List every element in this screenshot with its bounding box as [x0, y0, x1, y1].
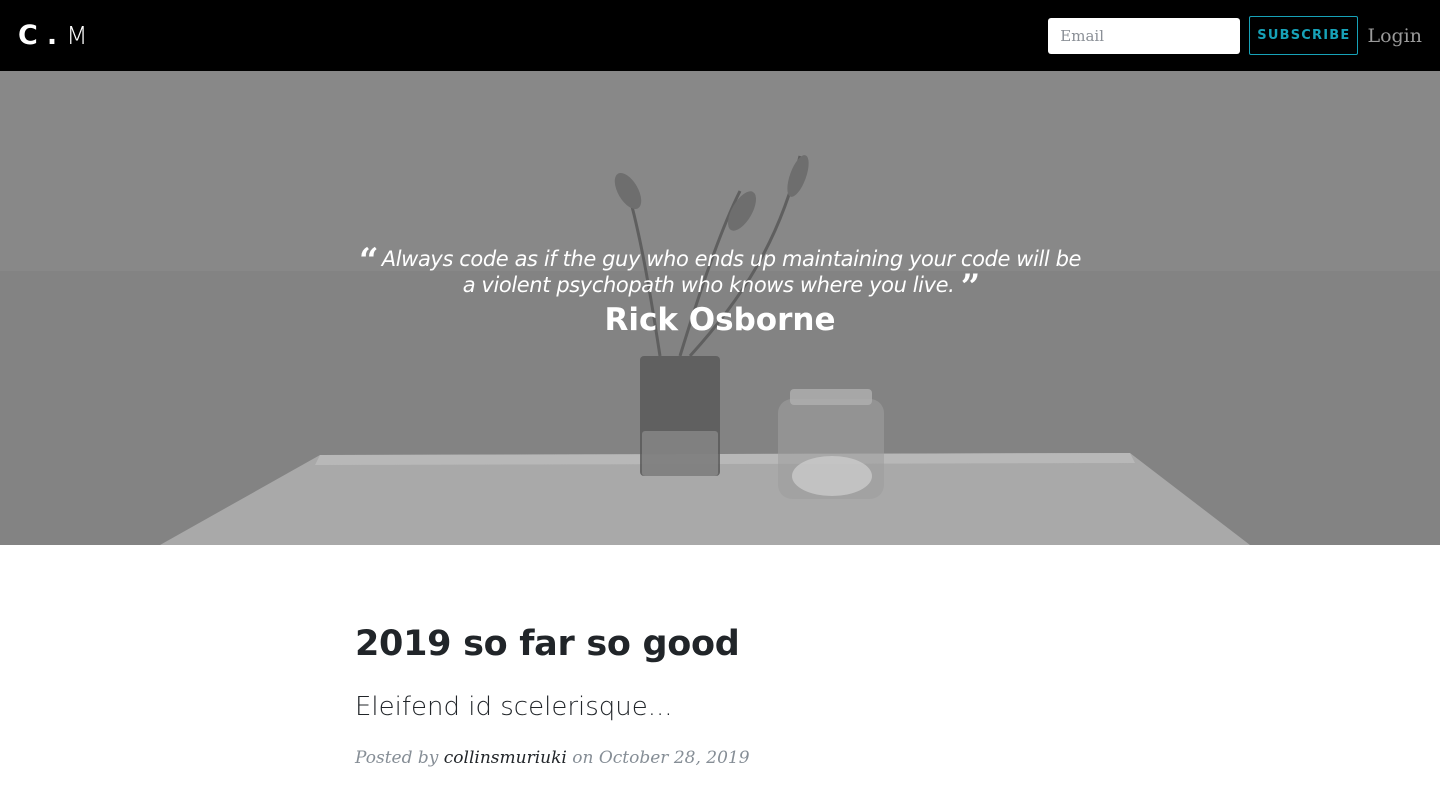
hero-quote-block: “ Always code as if the guy who ends up … — [0, 244, 1440, 338]
post-title[interactable]: 2019 so far so good — [355, 620, 1085, 668]
email-field[interactable] — [1048, 17, 1241, 54]
login-link[interactable]: Login — [1367, 25, 1422, 47]
quote-right-icon: ” — [960, 267, 980, 307]
logo-letter-m: M — [66, 21, 88, 50]
nav-actions: SUBSCRIBE Login — [1048, 16, 1422, 55]
logo-letter-c: C — [18, 20, 38, 51]
subscribe-button[interactable]: SUBSCRIBE — [1249, 16, 1359, 55]
post-meta-prefix: Posted by — [355, 748, 439, 768]
logo-dot: . — [46, 20, 58, 51]
post-preview[interactable]: 2019 so far so good Eleifend id sceleris… — [355, 620, 1085, 768]
post-subtitle: Eleifend id scelerisque... — [355, 692, 673, 722]
site-logo[interactable]: C . M — [18, 20, 88, 51]
post-date: October 28, 2019 — [598, 748, 750, 768]
post-author-link[interactable]: collinsmuriuki — [444, 748, 567, 768]
hero-quote: “ Always code as if the guy who ends up … — [350, 244, 1090, 304]
top-navbar: C . M SUBSCRIBE Login — [0, 0, 1440, 71]
hero-quote-author: Rick Osborne — [604, 302, 836, 338]
quote-left-icon: “ — [358, 241, 378, 281]
hero-banner: “ Always code as if the guy who ends up … — [0, 71, 1440, 545]
post-meta: Posted by collinsmuriuki on October 28, … — [355, 748, 1085, 768]
post-meta-on: on — [572, 748, 594, 768]
